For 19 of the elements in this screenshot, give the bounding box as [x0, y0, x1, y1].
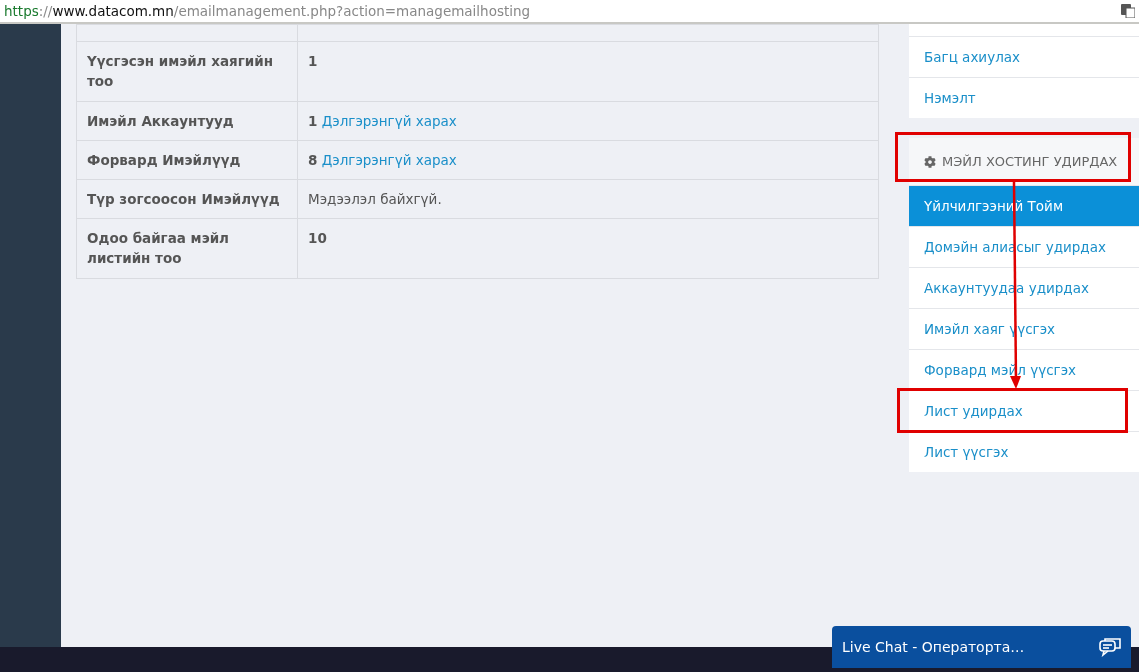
table-cell: Үүсгэсэн имэйл хаягийн тоо [77, 41, 298, 101]
translate-icon[interactable] [1121, 4, 1135, 18]
address-bar[interactable]: https://www.datacom.mn/emailmanagement.php?action=managemailhosting [0, 0, 1139, 24]
settings-icon [924, 155, 936, 168]
count-text: 1 [308, 53, 318, 69]
url-text: https://www.datacom.mn/emailmanagement.php?action=managemailhosting [4, 3, 531, 19]
table-cell: Одоо байгаа мэйл листийн тоо [77, 218, 298, 278]
heading-text: МЭЙЛ ХОСТИНГ УДИРДАХ [942, 154, 1118, 169]
details-link[interactable]: Дэлгэрэнгүй харах [321, 113, 457, 129]
table-cell: Түр зогсоосон Имэйлүүд [77, 179, 298, 218]
table-cell: Форвард Имэйлүүд [77, 140, 298, 179]
table-cell: Мэдээлэл байхгүй. [308, 191, 442, 207]
count-text: 8 [308, 152, 318, 168]
chat-bubbles-icon [1099, 637, 1121, 657]
table-cell: Имэйл Аккаунтууд [77, 101, 298, 140]
count-text: 10 [308, 230, 327, 246]
live-chat-button[interactable]: Live Chat - Операторта… [832, 626, 1131, 668]
count-text: 1 [308, 113, 318, 129]
details-link[interactable]: Дэлгэрэнгүй харах [321, 152, 457, 168]
